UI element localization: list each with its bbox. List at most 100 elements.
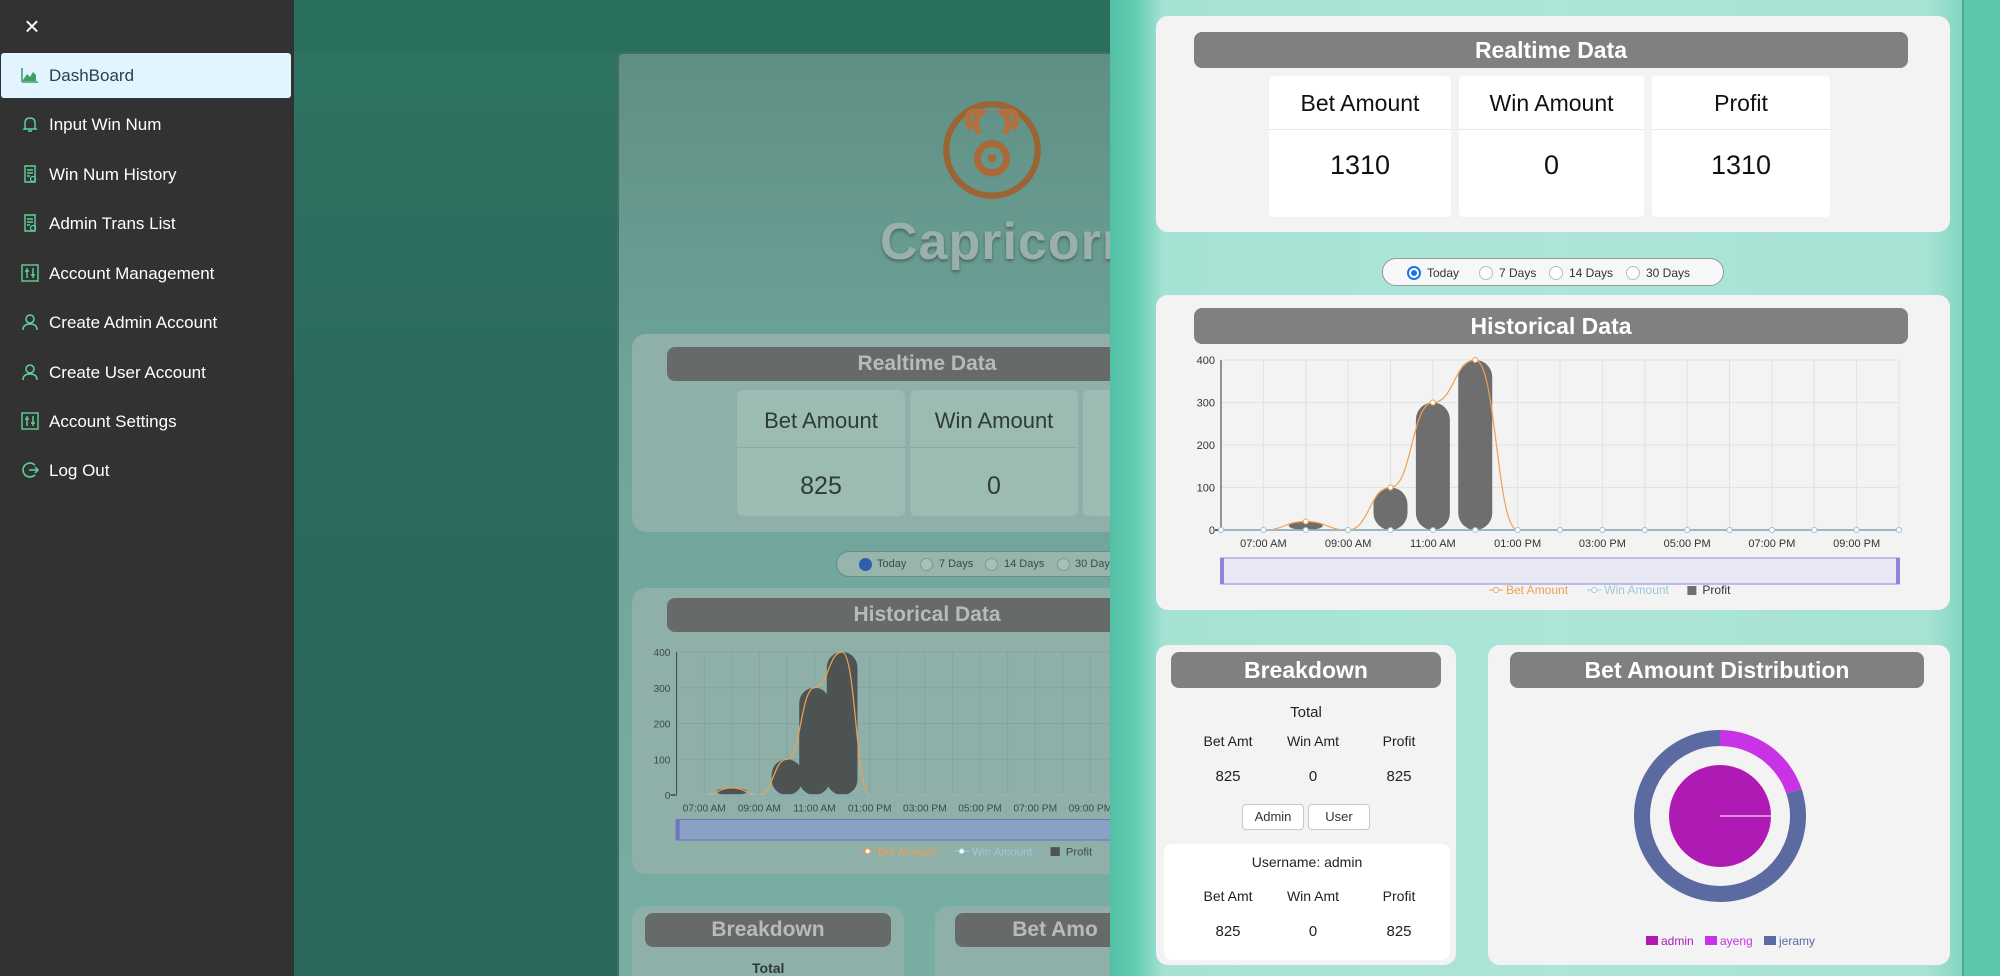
legend-label: Profit (1066, 846, 1093, 856)
legend-item-profit: Profit (1050, 846, 1093, 856)
legend-swatch (1705, 936, 1717, 945)
legend-item-admin: admin (1646, 934, 1694, 948)
sidebar-item-create-admin-account[interactable]: Create Admin Account (1, 300, 291, 345)
background-realtime-title: Realtime Data (667, 347, 1110, 381)
legend-label: Win Amount (1604, 583, 1669, 597)
user-icon (22, 314, 38, 331)
breakdown-username: Username: admin (1251, 854, 1363, 870)
legend-item-profit: Profit (1687, 583, 1731, 597)
historical-chart: 0 100 200 300 400 07:00 AM 09:00 AM 11:00 AM 01:… (1197, 355, 1902, 597)
y-tick-label: 200 (653, 720, 670, 731)
y-tick-label: 100 (653, 755, 670, 766)
data-point (1345, 527, 1352, 533)
y-tick-label: 300 (1197, 398, 1215, 410)
data-point (1302, 518, 1309, 525)
sidebar-item-label: Create Admin Account (49, 313, 218, 332)
data-point (1599, 527, 1606, 533)
breakdown-total-win: 0 (1308, 768, 1318, 785)
zoom-handle-left (1220, 558, 1224, 584)
data-point (1302, 527, 1309, 533)
bell-icon (22, 117, 38, 132)
user-icon (22, 364, 38, 381)
background-stat-win: Win Amount 0 (910, 390, 1078, 516)
x-tick-label: 03:00 PM (1579, 538, 1626, 550)
legend-swatch (1687, 586, 1697, 595)
data-point (1853, 527, 1860, 533)
y-tick-label: 400 (1197, 355, 1215, 367)
data-point (1726, 527, 1733, 533)
brand-title: Capricorn (880, 213, 1110, 271)
sidebar-item-label: Admin Trans List (49, 214, 176, 233)
admin-button[interactable]: Admin (1242, 804, 1304, 830)
breakdown-col-win: Win Amt (1286, 733, 1340, 749)
sidebar-item-log-out[interactable]: Log Out (1, 448, 291, 493)
background-stat-partial (1083, 390, 1110, 516)
legend-dot (864, 848, 871, 855)
stat-win-amount: Win Amount 0 (1459, 76, 1644, 217)
sidebar-drawer: × DashBoard Input Win Num Win Num Histor… (0, 0, 294, 976)
distribution-chart: admin ayeng jeramy (1634, 730, 1815, 948)
sidebar-item-win-num-history[interactable]: Win Num History (1, 152, 291, 197)
background-historical-chart: 0 100 200 300 400 07:00 AM 09:00 AM 11:00 AM 01:… (653, 648, 1110, 856)
sidebar-item-create-user-account[interactable]: Create User Account (1, 350, 291, 395)
x-tick-label: 11:00 AM (1410, 538, 1456, 550)
sidebar-item-label: Input Win Num (49, 115, 162, 134)
chart-icon (21, 68, 38, 83)
data-point (1641, 527, 1648, 533)
breakdown-user-col-profit: Profit (1382, 888, 1416, 904)
sidebar-item-label: DashBoard (49, 66, 135, 85)
background-breakdown-total: Total (752, 960, 785, 976)
sidebar-item-input-win-num[interactable]: Input Win Num (1, 102, 291, 147)
legend-item-jeramy: jeramy (1764, 934, 1815, 948)
legend-label: ayeng (1720, 934, 1753, 948)
profit-bar (826, 652, 858, 796)
x-tick-label: 07:00 AM (1240, 538, 1286, 550)
logout-icon (22, 462, 40, 478)
legend-label: Win Amount (972, 846, 1033, 856)
sidebar-item-label: Account Settings (49, 412, 177, 431)
breakdown-col-profit: Profit (1382, 733, 1416, 749)
sidebar-item-dashboard[interactable]: DashBoard (1, 53, 291, 98)
data-point (1811, 527, 1818, 533)
stat-value: 1310 (1329, 150, 1391, 180)
data-point (1896, 527, 1902, 533)
sidebar-item-admin-trans-list[interactable]: Admin Trans List (1, 201, 291, 246)
capricorn-logo-icon (943, 101, 1041, 199)
breakdown-user-col-win: Win Amt (1286, 888, 1340, 904)
legend-dot (1591, 587, 1598, 593)
zoom-slider (676, 819, 1110, 841)
profit-bar (1415, 402, 1450, 530)
data-point (1260, 527, 1267, 533)
dashboard-panel: Realtime Data Bet Amount 1310 Win Amount… (1110, 0, 2000, 976)
breakdown-user-profit: 825 (1386, 923, 1412, 940)
legend-label: jeramy (1778, 934, 1815, 948)
breakdown-col-bet: Bet Amt (1203, 733, 1253, 749)
y-tick-label: 300 (653, 684, 670, 695)
x-tick-label: 09:00 AM (738, 803, 781, 814)
zoom-slider (1220, 557, 1900, 585)
x-tick-label: 09:00 AM (1325, 538, 1371, 550)
distribution-title: Bet Amount Distribution (1510, 652, 1924, 688)
panel-edge (1962, 0, 2000, 976)
stat-bet-amount: Bet Amount 1310 (1269, 76, 1451, 217)
sidebar-item-account-management[interactable]: Account Management (1, 251, 291, 296)
y-tick-label: 400 (653, 648, 670, 659)
sidebar-item-account-settings[interactable]: Account Settings (1, 399, 291, 444)
background-breakdown-title: Breakdown (645, 913, 891, 947)
data-point (1218, 527, 1224, 533)
stat-value: 0 (1543, 150, 1560, 180)
legend-swatch (1764, 936, 1776, 945)
close-icon[interactable]: × (18, 12, 46, 40)
background-distribution-title: Bet Amo (955, 913, 1110, 947)
historical-title: Historical Data (1194, 308, 1908, 344)
user-button[interactable]: User (1308, 804, 1370, 830)
sidebar-item-label: Log Out (49, 461, 110, 480)
sidebar-item-label: Account Management (49, 264, 215, 283)
profit-bar (771, 759, 803, 796)
background-stat-bet: Bet Amount 825 (737, 390, 905, 516)
background-range-selector: Today 7 Days 14 Days 30 Days (836, 551, 1110, 577)
document-icon (24, 165, 37, 183)
background-historical-title: Historical Data (667, 598, 1110, 632)
stat-profit: Profit 1310 (1652, 76, 1830, 217)
legend-item-ayeng: ayeng (1705, 934, 1753, 948)
